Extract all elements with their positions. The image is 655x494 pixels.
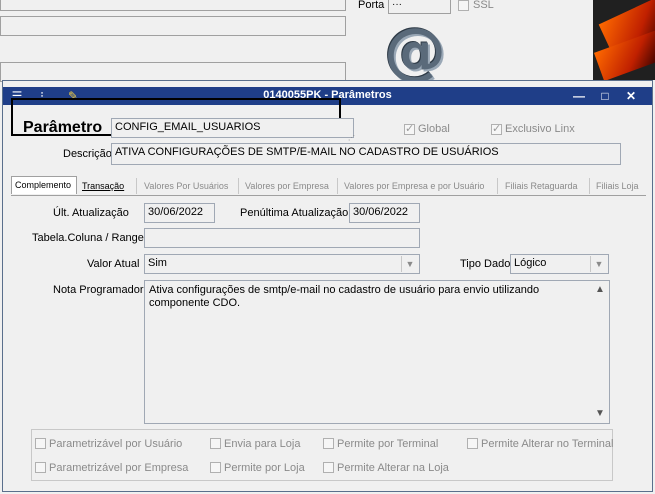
email-at-icon: @ <box>384 14 446 87</box>
option-label: Permite por Loja <box>224 462 305 474</box>
tab-complemento[interactable]: Complemento <box>11 176 77 194</box>
parametrizavel-usuario-option[interactable]: Parametrizável por Usuário <box>35 438 182 450</box>
tab-bar: Complemento Transação Valores Por Usuári… <box>11 176 646 195</box>
exclusivo-linx-label: Exclusivo Linx <box>505 123 575 135</box>
ult-atualizacao-field[interactable]: 30/06/2022 <box>144 203 215 223</box>
option-label: Parametrizável por Usuário <box>49 438 183 450</box>
option-label: Envia para Loja <box>224 438 301 450</box>
scroll-down-icon[interactable]: ▼ <box>594 408 606 420</box>
porta-label: Porta <box>358 0 385 11</box>
maximize-button[interactable]: □ <box>596 88 614 104</box>
chevron-down-icon[interactable]: ▼ <box>590 256 607 272</box>
desktop-background <box>593 0 655 82</box>
descricao-field[interactable]: ATIVA CONFIGURAÇÕES DE SMTP/E-MAIL NO CA… <box>111 143 621 165</box>
tab-divider <box>11 195 646 196</box>
tabela-coluna-label: Tabela.Coluna / Range <box>32 232 144 244</box>
permite-terminal-option[interactable]: Permite por Terminal <box>323 438 438 450</box>
penultima-atualizacao-field[interactable]: 30/06/2022 <box>349 203 420 223</box>
parametro-field[interactable]: CONFIG_EMAIL_USUARIOS <box>111 118 354 138</box>
valor-atual-label: Valor Atual <box>87 258 140 270</box>
tipo-dado-select[interactable]: Lógico ▼ <box>510 254 609 274</box>
close-button[interactable]: ✕ <box>622 88 640 104</box>
nota-programador-textarea[interactable]: Ativa configurações de smtp/e-mail no ca… <box>144 280 610 424</box>
tab-valores-por-empresa[interactable]: Valores por Empresa <box>242 178 338 194</box>
valor-atual-select[interactable]: Sim ▼ <box>144 254 420 274</box>
parametros-window: ☰ ⁝ ✎ 0140055PK - Parâmetros — □ ✕ Parâm… <box>2 80 653 492</box>
checkbox[interactable] <box>210 438 221 449</box>
option-label: Permite por Terminal <box>337 438 439 450</box>
permite-alterar-terminal-option[interactable]: Permite Alterar no Terminal <box>467 438 613 450</box>
nota-programador-label: Nota Programador <box>53 284 144 296</box>
tab-valores-por-empresa-e-usuario[interactable]: Valores por Empresa e por Usuário <box>341 178 498 194</box>
tipo-dado-label: Tipo Dado <box>460 258 511 270</box>
options-group: Parametrizável por Usuário Envia para Lo… <box>31 429 613 481</box>
background-window: Porta ··· SSL @ <box>0 0 600 84</box>
porta-input[interactable]: ··· <box>388 0 451 14</box>
chevron-down-icon[interactable]: ▼ <box>401 256 418 272</box>
checkbox[interactable] <box>35 438 46 449</box>
background-field <box>0 62 346 82</box>
tab-valores-por-usuarios[interactable]: Valores Por Usuários <box>141 178 239 194</box>
checkbox[interactable] <box>323 438 334 449</box>
background-field <box>0 0 346 11</box>
minimize-button[interactable]: — <box>570 88 588 104</box>
parametro-label: Parâmetro <box>23 119 103 136</box>
checkbox[interactable] <box>35 462 46 473</box>
option-label: Permite Alterar na Loja <box>337 462 449 474</box>
global-label: Global <box>418 123 450 135</box>
ssl-checkbox[interactable] <box>458 0 469 11</box>
tipo-dado-value: Lógico <box>514 257 547 269</box>
resize-grip-icon: ⋰ <box>348 135 355 142</box>
ssl-label: SSL <box>473 0 494 11</box>
ult-atualizacao-label: Últ. Atualização <box>53 207 129 219</box>
tabela-coluna-field[interactable] <box>144 228 420 248</box>
parametrizavel-empresa-option[interactable]: Parametrizável por Empresa <box>35 462 188 474</box>
option-label: Permite Alterar no Terminal <box>481 438 614 450</box>
background-field <box>0 16 346 36</box>
exclusivo-linx-checkbox[interactable] <box>491 122 502 135</box>
tab-filiais-retaguarda[interactable]: Filiais Retaguarda <box>502 178 590 194</box>
option-label: Parametrizável por Empresa <box>49 462 189 474</box>
nota-programador-text: Ativa configurações de smtp/e-mail no ca… <box>149 284 540 309</box>
checkbox[interactable] <box>323 462 334 473</box>
tab-transacao[interactable]: Transação <box>79 178 137 194</box>
checkbox[interactable] <box>210 462 221 473</box>
tab-filiais-loja[interactable]: Filiais Loja <box>593 178 646 194</box>
checkbox[interactable] <box>467 438 478 449</box>
permite-alterar-loja-option[interactable]: Permite Alterar na Loja <box>323 462 449 474</box>
descricao-label: Descrição <box>63 148 112 160</box>
scroll-up-icon[interactable]: ▲ <box>594 284 606 296</box>
valor-atual-value: Sim <box>148 257 167 269</box>
permite-loja-option[interactable]: Permite por Loja <box>210 462 305 474</box>
penultima-atualizacao-label: Penúltima Atualização <box>240 207 349 219</box>
global-checkbox[interactable] <box>404 122 415 135</box>
envia-para-loja-option[interactable]: Envia para Loja <box>210 438 300 450</box>
